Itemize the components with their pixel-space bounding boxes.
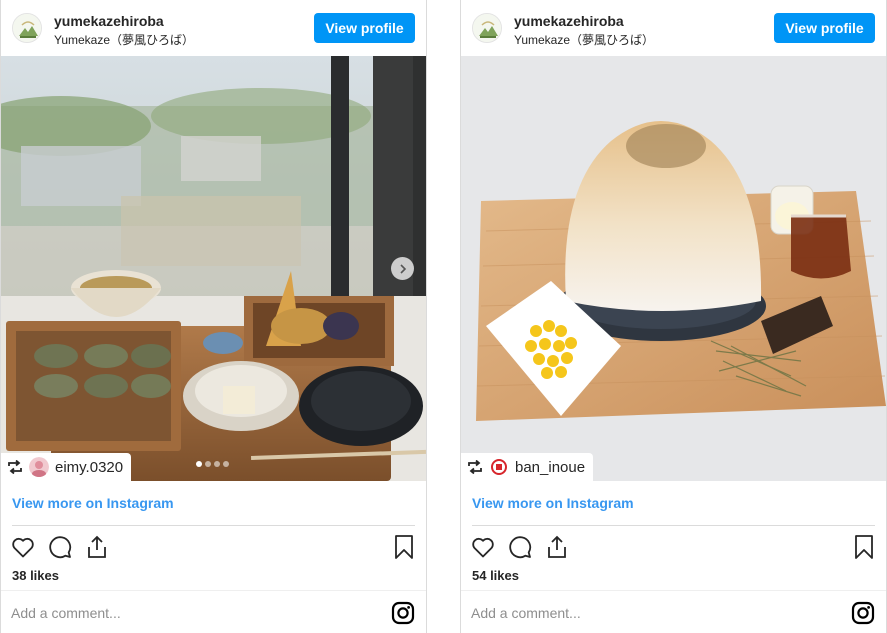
post-photo[interactable]: ban_inoue bbox=[461, 56, 886, 481]
post-header: yumekazehiroba Yumekaze（夢風ひろば） View prof… bbox=[1, 0, 426, 56]
comment-icon bbox=[49, 536, 72, 559]
comment-input[interactable] bbox=[461, 598, 821, 628]
share-button[interactable] bbox=[84, 534, 110, 560]
share-button[interactable] bbox=[544, 534, 570, 560]
post-header: yumekazehiroba Yumekaze（夢風ひろば） View prof… bbox=[461, 0, 886, 56]
likes-count: 38 likes bbox=[12, 568, 59, 583]
carousel-dot bbox=[205, 461, 211, 467]
divider bbox=[12, 525, 415, 526]
chevron-right-icon bbox=[399, 263, 406, 274]
heart-icon bbox=[12, 538, 34, 558]
post-photo[interactable]: eimy.0320 bbox=[1, 56, 426, 481]
save-button[interactable] bbox=[851, 534, 877, 560]
bookmark-icon bbox=[855, 535, 873, 559]
repost-icon bbox=[468, 460, 482, 474]
carousel-indicator bbox=[196, 461, 229, 467]
repost-avatar bbox=[29, 457, 49, 477]
instagram-icon bbox=[851, 601, 875, 625]
repost-credit[interactable]: eimy.0320 bbox=[1, 453, 132, 481]
comment-input[interactable] bbox=[1, 598, 361, 628]
bookmark-icon bbox=[395, 535, 413, 559]
divider bbox=[1, 590, 426, 591]
carousel-dot bbox=[223, 461, 229, 467]
save-button[interactable] bbox=[391, 534, 417, 560]
comment-icon bbox=[509, 536, 532, 559]
share-icon bbox=[88, 535, 106, 558]
profile-avatar[interactable] bbox=[472, 13, 502, 43]
view-more-link[interactable]: View more on Instagram bbox=[12, 495, 174, 511]
heart-icon bbox=[472, 538, 494, 558]
instagram-icon bbox=[391, 601, 415, 625]
action-bar bbox=[470, 534, 570, 560]
repost-username: eimy.0320 bbox=[55, 458, 124, 476]
divider bbox=[472, 525, 875, 526]
view-profile-button[interactable]: View profile bbox=[774, 13, 875, 43]
instagram-logo-button[interactable] bbox=[851, 601, 875, 625]
comment-button[interactable] bbox=[47, 534, 73, 560]
carousel-next-button[interactable] bbox=[391, 257, 414, 280]
action-bar bbox=[10, 534, 110, 560]
share-icon bbox=[548, 535, 566, 558]
repost-username: ban_inoue bbox=[515, 458, 586, 476]
like-button[interactable] bbox=[470, 534, 496, 560]
likes-count: 54 likes bbox=[472, 568, 519, 583]
comment-button[interactable] bbox=[507, 534, 533, 560]
carousel-dot bbox=[214, 461, 220, 467]
repost-avatar bbox=[489, 457, 509, 477]
carousel-dot bbox=[196, 461, 202, 467]
repost-icon bbox=[8, 460, 22, 474]
profile-avatar[interactable] bbox=[12, 13, 42, 43]
like-button[interactable] bbox=[10, 534, 36, 560]
instagram-logo-button[interactable] bbox=[391, 601, 415, 625]
username[interactable]: yumekazehiroba bbox=[514, 13, 624, 29]
instagram-embed-card: yumekazehiroba Yumekaze（夢風ひろば） View prof… bbox=[0, 0, 427, 633]
divider bbox=[461, 590, 886, 591]
full-name: Yumekaze（夢風ひろば） bbox=[54, 33, 195, 47]
full-name: Yumekaze（夢風ひろば） bbox=[514, 33, 655, 47]
repost-credit[interactable]: ban_inoue bbox=[461, 453, 594, 481]
instagram-embed-card: yumekazehiroba Yumekaze（夢風ひろば） View prof… bbox=[460, 0, 887, 633]
view-profile-button[interactable]: View profile bbox=[314, 13, 415, 43]
view-more-link[interactable]: View more on Instagram bbox=[472, 495, 634, 511]
username[interactable]: yumekazehiroba bbox=[54, 13, 164, 29]
